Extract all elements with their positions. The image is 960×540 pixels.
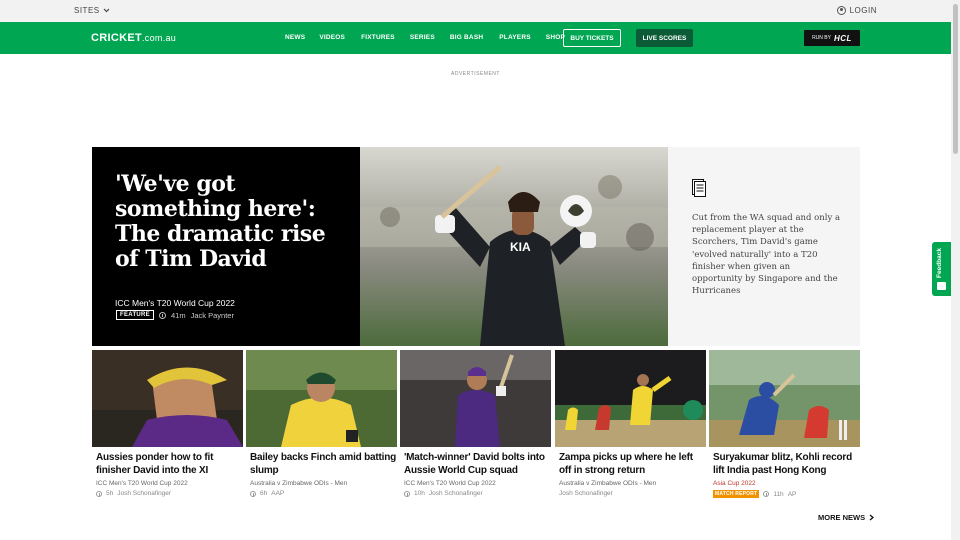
news-card-category[interactable]: Asia Cup 2022 bbox=[709, 480, 860, 487]
nav-link-news[interactable]: NEWS bbox=[285, 34, 305, 41]
card-photo-zampa bbox=[555, 350, 706, 447]
news-card-author: Josh Schonafinger bbox=[559, 490, 613, 497]
hero-time: 41m bbox=[171, 310, 186, 320]
news-card[interactable]: Aussies ponder how to fit finisher David… bbox=[92, 350, 243, 497]
hero-meta: FEATURE 41m Jack Paynter bbox=[116, 310, 234, 320]
news-card-time: 6h bbox=[260, 490, 268, 497]
clock-icon bbox=[159, 311, 166, 319]
news-card[interactable]: 'Match-winner' David bolts into Aussie W… bbox=[400, 350, 551, 497]
news-card-meta: 10h Josh Schonafinger bbox=[400, 490, 551, 497]
news-card-title[interactable]: Zampa picks up where he left off in stro… bbox=[555, 452, 706, 477]
clock-icon bbox=[763, 491, 770, 497]
site-logo[interactable]: CRICKET.com.au bbox=[91, 32, 176, 44]
news-card-image[interactable] bbox=[92, 350, 243, 447]
more-news-link[interactable]: MORE NEWS bbox=[818, 513, 875, 522]
buy-tickets-button[interactable]: BUY TICKETS bbox=[563, 29, 621, 47]
article-icon bbox=[692, 179, 706, 197]
clock-icon bbox=[96, 490, 102, 497]
news-card-image[interactable] bbox=[246, 350, 397, 447]
live-scores-button[interactable]: LIVE SCORES bbox=[636, 29, 693, 47]
hero-description: Cut from the WA squad and only a replace… bbox=[692, 213, 841, 297]
scrollbar-thumb[interactable] bbox=[953, 4, 958, 154]
nav-link-videos[interactable]: VIDEOS bbox=[319, 34, 345, 41]
sites-label: SITES bbox=[74, 6, 100, 15]
nav-link-fixtures[interactable]: FIXTURES bbox=[361, 34, 395, 41]
more-news-label: MORE NEWS bbox=[818, 513, 866, 522]
clock-icon bbox=[404, 490, 410, 497]
sponsor-prefix: RUN BY bbox=[812, 35, 831, 41]
news-card[interactable]: Bailey backs Finch amid batting slump Au… bbox=[246, 350, 397, 497]
news-card-title[interactable]: Bailey backs Finch amid batting slump bbox=[246, 452, 397, 477]
card-photo-aussies bbox=[92, 350, 243, 447]
user-icon bbox=[836, 6, 846, 15]
nav-link-series[interactable]: SERIES bbox=[410, 34, 435, 41]
hero-title[interactable]: 'We've got something here': The dramatic… bbox=[115, 172, 350, 272]
news-card-category[interactable]: Australia v Zimbabwe ODIs - Men bbox=[555, 480, 706, 487]
sponsor-logo[interactable]: RUN BY HCL bbox=[804, 30, 860, 46]
news-card[interactable]: Suryakumar blitz, Kohli record lift Indi… bbox=[709, 350, 860, 498]
hero-image[interactable]: KIA bbox=[360, 147, 668, 346]
nav-links: NEWS VIDEOS FIXTURES SERIES BIG BASH PLA… bbox=[285, 34, 565, 41]
tim-david-photo: KIA bbox=[360, 147, 668, 346]
hero-category[interactable]: ICC Men's T20 World Cup 2022 bbox=[115, 298, 235, 308]
news-card-author: AAP bbox=[271, 490, 285, 497]
advertisement-label: ADVERTISEMENT bbox=[451, 71, 500, 77]
feedback-label[interactable]: Feedback bbox=[936, 248, 943, 278]
login-label: LOGIN bbox=[849, 6, 877, 15]
chevron-right-icon bbox=[869, 514, 875, 521]
match-report-badge: MATCH REPORT bbox=[713, 490, 760, 498]
news-card-meta: 5h Josh Schonafinger bbox=[92, 490, 243, 497]
hero-author: Jack Paynter bbox=[190, 310, 234, 320]
top-bar: SITES LOGIN bbox=[0, 0, 960, 22]
nav-link-players[interactable]: PLAYERS bbox=[499, 34, 531, 41]
login-button[interactable]: LOGIN bbox=[836, 6, 877, 15]
nav-link-big-bash[interactable]: BIG BASH bbox=[450, 34, 483, 41]
news-card-image[interactable] bbox=[555, 350, 706, 447]
news-card-meta: MATCH REPORT 11h AP bbox=[709, 490, 860, 498]
news-card-time: 11h bbox=[773, 490, 784, 498]
news-card-category[interactable]: ICC Men's T20 World Cup 2022 bbox=[400, 480, 551, 487]
card-photo-finch bbox=[246, 350, 397, 447]
chevron-down-icon bbox=[103, 8, 110, 13]
news-card-image[interactable] bbox=[709, 350, 860, 447]
news-card-image[interactable] bbox=[400, 350, 551, 447]
news-card-title[interactable]: 'Match-winner' David bolts into Aussie W… bbox=[400, 452, 551, 477]
news-card-time: 5h bbox=[106, 490, 114, 497]
news-card-title[interactable]: Suryakumar blitz, Kohli record lift Indi… bbox=[709, 452, 860, 477]
card-photo-suryakumar bbox=[709, 350, 860, 447]
news-card[interactable]: Zampa picks up where he left off in stro… bbox=[555, 350, 706, 497]
feedback-icon bbox=[937, 282, 946, 290]
logo-main: CRICKET bbox=[91, 32, 142, 44]
logo-suffix: .com.au bbox=[142, 33, 177, 43]
main-nav: CRICKET.com.au NEWS VIDEOS FIXTURES SERI… bbox=[0, 22, 951, 54]
news-card-time: 10h bbox=[414, 490, 425, 497]
svg-text:KIA: KIA bbox=[510, 240, 531, 254]
news-card-author: Josh Schonafinger bbox=[117, 490, 172, 497]
sites-dropdown[interactable]: SITES bbox=[74, 6, 110, 15]
clock-icon bbox=[250, 490, 256, 497]
news-card-meta: 6h AAP bbox=[246, 490, 397, 497]
sponsor-name: HCL bbox=[833, 33, 852, 43]
news-card-category[interactable]: ICC Men's T20 World Cup 2022 bbox=[92, 480, 243, 487]
news-card-meta: Josh Schonafinger bbox=[555, 490, 706, 497]
news-card-title[interactable]: Aussies ponder how to fit finisher David… bbox=[92, 452, 243, 477]
news-card-category[interactable]: Australia v Zimbabwe ODIs - Men bbox=[246, 480, 397, 487]
news-card-author: Josh Schonafinger bbox=[428, 490, 483, 497]
card-photo-david bbox=[400, 350, 551, 447]
feature-badge: FEATURE bbox=[116, 310, 154, 320]
news-card-author: AP bbox=[787, 490, 797, 498]
